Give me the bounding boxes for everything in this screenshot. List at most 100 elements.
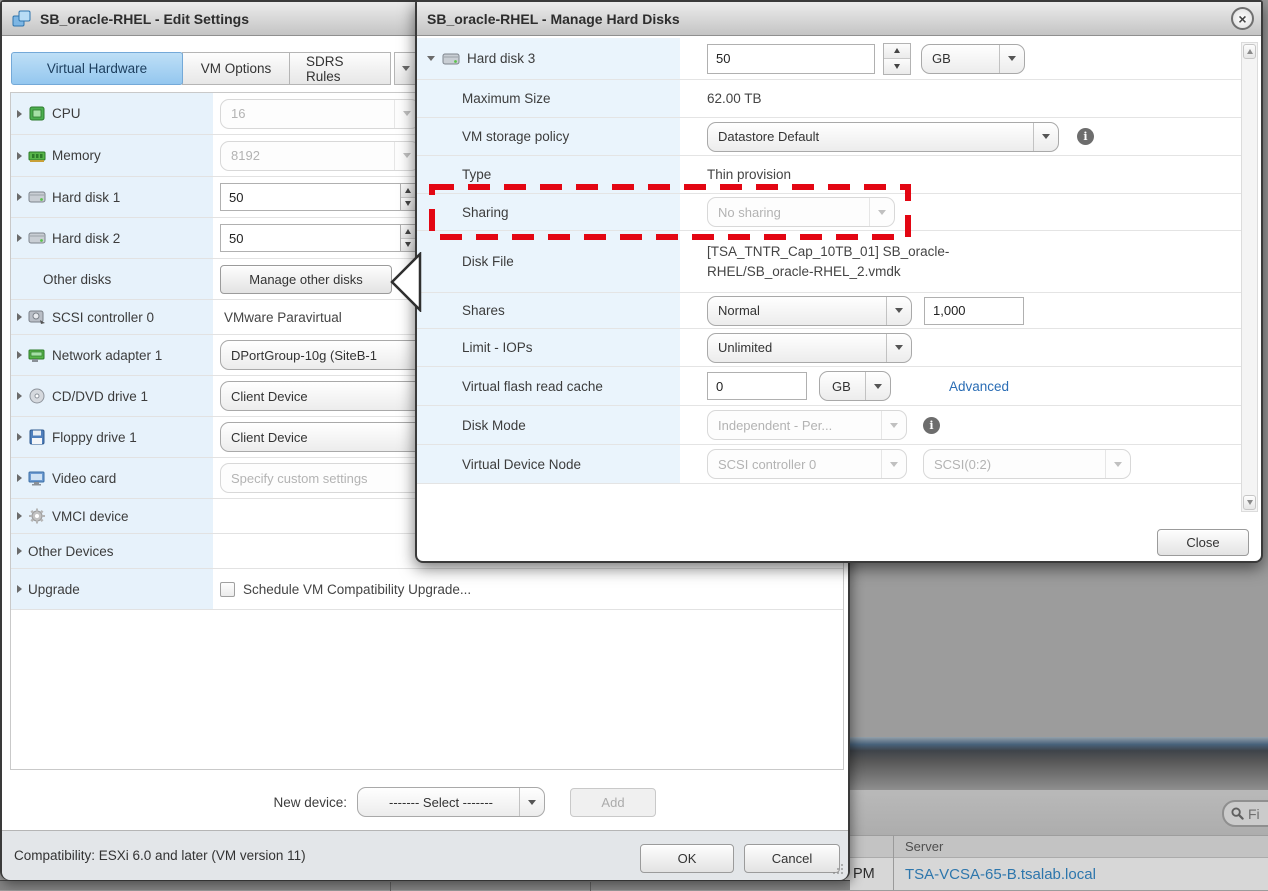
device-label: CD/DVD drive 1 [52,388,149,404]
close-icon[interactable]: × [1231,7,1254,30]
task-server-link[interactable]: TSA-VCSA-65-B.tsalab.local [905,866,1096,883]
setting-label: Disk File [417,231,680,292]
stepper-down-icon[interactable] [401,196,415,210]
task-table-row[interactable]: PM TSA-VCSA-65-B.tsalab.local [845,858,1268,890]
device-node-controller-select: SCSI controller 0 [707,449,907,479]
limit-iops-select[interactable]: Unlimited [707,332,912,363]
device-label: Hard disk 2 [52,230,121,246]
advanced-link[interactable]: Advanced [949,379,1009,394]
shares-select[interactable]: Normal [707,295,912,326]
manage-other-disks-button[interactable]: Manage other disks [220,264,392,294]
expander-icon[interactable] [17,193,22,201]
tasks-table-header: Server [845,835,1268,858]
device-label: Other disks [43,271,112,287]
expander-icon[interactable] [17,512,22,520]
video-card-icon [28,471,45,486]
stepper-down-icon[interactable] [401,237,415,251]
stepper-down-icon[interactable] [884,58,910,74]
device-label: Other Devices [28,543,114,559]
tab-vm-options[interactable]: VM Options [182,52,290,85]
stepper-up-icon[interactable] [401,184,415,197]
edit-settings-tabs: Virtual Hardware VM Options SDRS Rules [11,52,391,85]
ok-button[interactable]: OK [640,844,734,873]
compatibility-text: Compatibility: ESXi 6.0 and later (VM ve… [14,848,306,863]
disk1-size-stepper[interactable] [400,184,415,210]
tab-sdrs-rules[interactable]: SDRS Rules [289,52,391,85]
info-icon[interactable]: i [1077,128,1094,145]
expander-icon[interactable] [17,313,22,321]
hard-disk-3-row[interactable]: Hard disk 3 50 GB [417,38,1243,80]
sharing-select: No sharing [707,197,895,227]
manage-dialog-title: SB_oracle-RHEL - Manage Hard Disks [427,10,680,27]
background-bottom-strip [0,880,850,891]
expander-icon[interactable] [17,109,22,118]
expander-icon[interactable] [17,392,22,400]
info-icon[interactable]: i [923,416,940,434]
disk3-size-stepper[interactable] [883,42,911,75]
memory-icon [28,151,46,162]
scrollbar[interactable] [1241,42,1258,512]
expander-icon[interactable] [17,585,22,593]
setting-label: Limit - IOPs [417,329,680,366]
device-label: Hard disk 1 [52,189,121,205]
tab-virtual-hardware[interactable]: Virtual Hardware [11,52,183,85]
search-icon [1231,807,1244,820]
chevron-down-icon [886,296,911,325]
device-row-upgrade[interactable]: Upgrade Schedule VM Compatibility Upgrad… [11,569,843,610]
expander-icon[interactable] [17,433,22,441]
edit-dialog-title: SB_oracle-RHEL - Edit Settings [40,10,250,27]
resize-grip[interactable] [832,863,844,875]
new-device-select[interactable]: ------- Select ------- [357,787,545,817]
chevron-down-icon [1105,450,1130,478]
tab-overflow-button[interactable] [394,52,417,85]
filter-search-box[interactable]: Fi [1222,800,1268,827]
disk2-size-input[interactable]: 50 [220,224,416,252]
setting-row-storage-policy: VM storage policy Datastore Default i [417,118,1243,156]
maximum-size-value: 62.00 TB [707,91,762,106]
callout-pointer [390,252,422,312]
close-button[interactable]: Close [1157,529,1249,556]
expander-icon[interactable] [17,474,22,482]
setting-row-shares: Shares Normal 1,000 [417,293,1243,329]
expander-icon[interactable] [17,547,22,555]
device-label: SCSI controller 0 [52,309,155,325]
new-device-label: New device: [273,794,347,810]
stepper-up-icon[interactable] [884,43,910,58]
disk3-unit-select[interactable]: GB [921,43,1025,74]
schedule-upgrade-checkbox[interactable] [220,581,235,597]
shares-value-input[interactable]: 1,000 [924,296,1024,325]
floppy-drive-icon [29,429,45,445]
cpu-icon [29,106,45,120]
flash-cache-input[interactable]: 0 [707,372,807,400]
disk2-size-stepper[interactable] [400,225,415,251]
storage-policy-select[interactable]: Datastore Default [707,121,1059,152]
hard-disk-icon [28,191,46,203]
disk3-size-input[interactable]: 50 [707,43,875,74]
disk-file-path: [TSA_TNTR_Cap_10TB_01] SB_oracle-RHEL/SB… [707,243,950,279]
scroll-up-icon[interactable] [1243,44,1256,59]
device-label: Floppy drive 1 [52,429,137,445]
recent-tasks-toolbar [845,790,1268,835]
expander-icon[interactable] [17,234,22,242]
device-label: VMCI device [52,508,129,524]
scsi-controller-icon [28,310,45,324]
setting-label: VM storage policy [417,118,680,155]
setting-label: Shares [417,293,680,328]
expander-icon[interactable] [17,151,22,160]
schedule-upgrade-label: Schedule VM Compatibility Upgrade... [243,581,472,597]
scsi-controller-value: VMware Paravirtual [224,309,342,325]
background-status-band [845,737,1268,790]
stepper-up-icon[interactable] [401,225,415,238]
add-device-button[interactable]: Add [570,787,656,817]
expander-icon[interactable] [427,56,435,61]
setting-row-type: Type Thin provision [417,156,1243,194]
manage-dialog-titlebar[interactable]: SB_oracle-RHEL - Manage Hard Disks [417,2,1261,36]
chevron-down-icon [886,333,911,362]
hard-disk-icon [28,232,46,244]
cancel-button[interactable]: Cancel [744,844,840,873]
flash-cache-unit-select[interactable]: GB [819,371,891,401]
setting-row-sharing: Sharing No sharing [417,194,1243,231]
expander-icon[interactable] [17,351,22,359]
scroll-down-icon[interactable] [1243,495,1256,510]
disk1-size-input[interactable]: 50 [220,183,416,211]
